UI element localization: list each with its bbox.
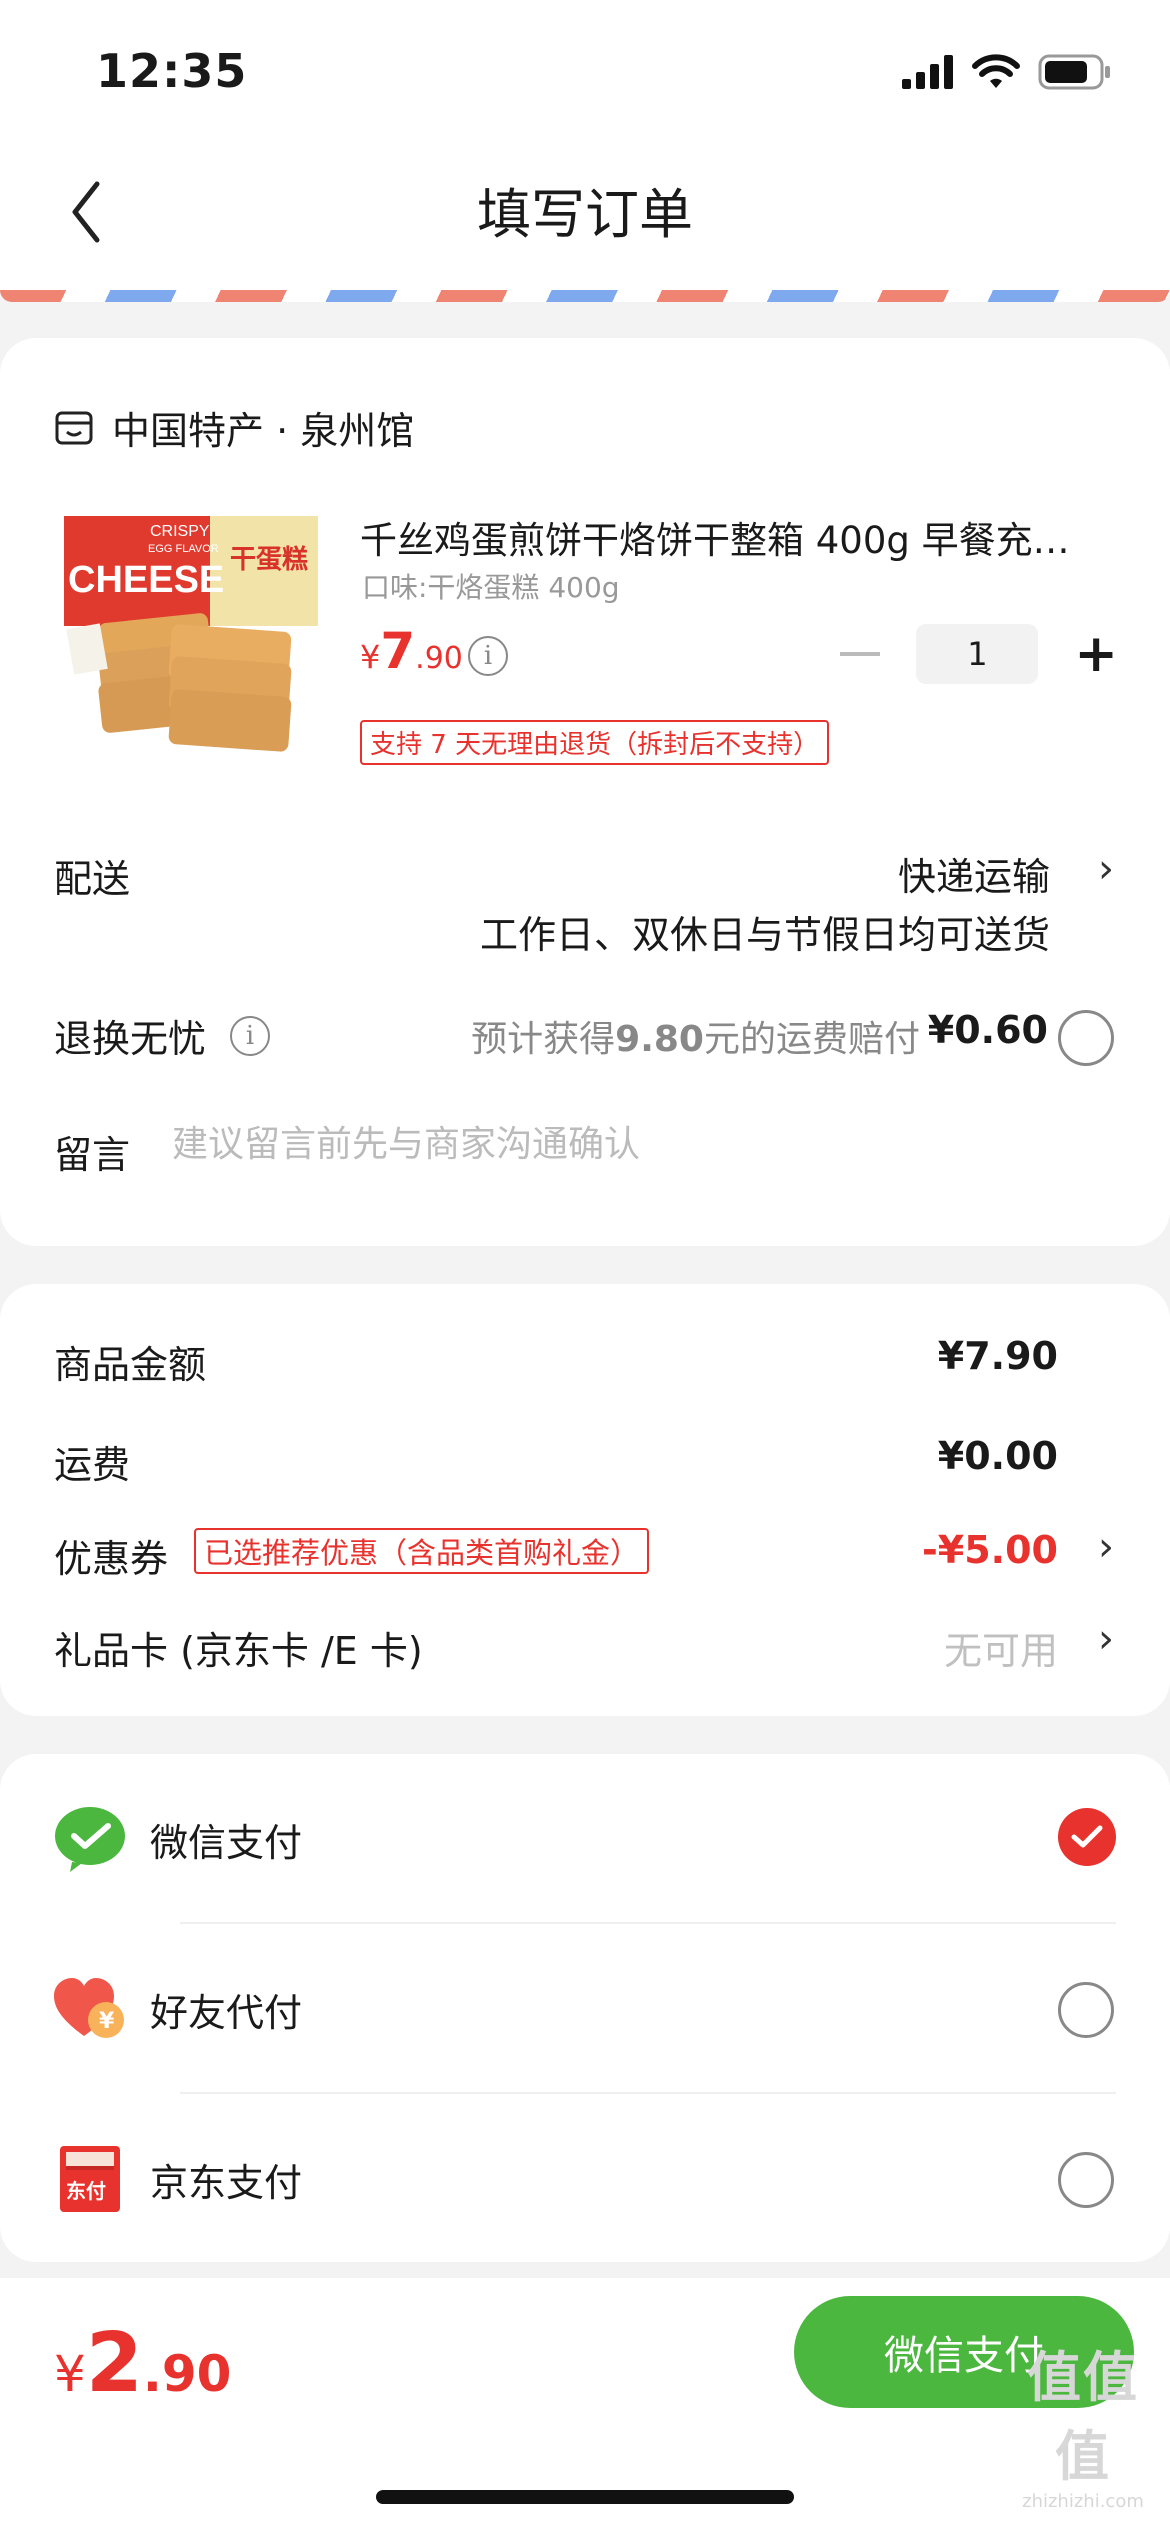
exchange-price: ¥0.60 xyxy=(927,1008,1048,1052)
payment-radio-jd[interactable] xyxy=(1058,2152,1114,2208)
page-title: 填写订单 xyxy=(477,183,693,246)
delivery-value[interactable]: 快递运输 xyxy=(898,846,1050,901)
exchange-compensation-text: 预计获得9.80元的运费赔付 xyxy=(471,1010,920,1062)
payment-label-friend: 好友代付 xyxy=(150,1991,303,2035)
goods-amount-label: 商品金额 xyxy=(54,1343,207,1387)
product-price-dec: .90 xyxy=(415,641,463,676)
giftcard-label: 礼品卡 (京东卡 /E 卡) xyxy=(54,1629,423,1673)
summary-card: 商品金额 ¥7.90 运费 ¥0.00 优惠券 已选推荐优惠（含品类首购礼金） … xyxy=(0,1284,1170,1716)
message-label: 留言 xyxy=(54,1133,131,1177)
product-spec[interactable]: 口味:干烙蛋糕 400g xyxy=(362,566,620,606)
jd-pay-icon-text: 东付 xyxy=(66,2179,106,2203)
payment-radio-friend[interactable] xyxy=(1058,1982,1114,2038)
payment-option-friend[interactable]: ¥ 好友代付 xyxy=(0,1924,1170,2094)
quantity-stepper: 1 + xyxy=(840,624,1118,684)
delivery-chevron-icon[interactable]: › xyxy=(1098,846,1114,892)
coupon-label: 优惠券 xyxy=(54,1537,169,1581)
payment-label-jd: 京东支付 xyxy=(150,2161,303,2205)
quantity-value[interactable]: 1 xyxy=(916,624,1039,684)
wifi-icon xyxy=(972,54,1020,88)
total-currency: ¥ xyxy=(54,2345,86,2403)
status-icons xyxy=(902,52,1112,92)
product-title[interactable]: 千丝鸡蛋煎饼干烙饼干整箱 400g 早餐充… xyxy=(360,510,1120,564)
jd-pay-icon: 东付 xyxy=(60,2146,120,2212)
total-dec: .90 xyxy=(142,2345,232,2403)
delivery-sub: 工作日、双休日与节假日均可送货 xyxy=(479,913,1050,957)
exchange-text-prefix: 预计获得 xyxy=(471,1019,616,1060)
friend-pay-icon-text: ¥ xyxy=(99,2009,115,2034)
signal-icon xyxy=(902,55,953,89)
watermark-logo: 值值值 xyxy=(1027,2346,1139,2488)
battery-icon xyxy=(1038,54,1110,90)
total-int: 2 xyxy=(85,2316,143,2411)
delivery-label: 配送 xyxy=(54,857,131,901)
payment-option-jd[interactable]: 东付 京东支付 xyxy=(0,2094,1170,2264)
shop-name: 中国特产 · 泉州馆 xyxy=(112,409,415,453)
exchange-amount: 9.80 xyxy=(615,1019,704,1060)
product-image-crispy: CRISPY xyxy=(150,523,210,540)
watermark-url: zhizhizhi.com xyxy=(1022,2491,1144,2512)
product-price-currency: ¥ xyxy=(360,638,381,676)
return-policy-badge: 支持 7 天无理由退货（拆封后不支持） xyxy=(360,720,830,765)
goods-amount-value: ¥7.90 xyxy=(937,1334,1058,1378)
shipping-label: 运费 xyxy=(54,1443,131,1487)
exchange-text-suffix: 元的运费赔付 xyxy=(703,1019,920,1060)
status-bar: 12:35 xyxy=(0,0,1170,140)
product-image-egg-flavor: EGG FLAVOR xyxy=(148,543,219,555)
watermark: 值值值 zhizhizhi.com xyxy=(1008,2333,1158,2512)
giftcard-chevron-icon[interactable]: › xyxy=(1098,1616,1114,1662)
friend-pay-heart-icon: ¥ xyxy=(54,1978,124,2038)
coupon-value[interactable]: -¥5.00 xyxy=(922,1528,1058,1572)
total-price: ¥ 2 .90 xyxy=(54,2316,231,2411)
shop-header[interactable]: 中国特产 · 泉州馆 xyxy=(54,400,414,455)
coupon-chevron-icon[interactable]: › xyxy=(1098,1524,1114,1570)
airmail-border xyxy=(0,290,1170,302)
price-info-icon[interactable]: i xyxy=(468,636,508,676)
nav-bar: 填写订单 xyxy=(0,140,1170,290)
wechat-pay-icon xyxy=(55,1807,125,1872)
payment-label-wechat: 微信支付 xyxy=(150,1821,303,1865)
exchange-info-icon[interactable]: i xyxy=(230,1015,271,1056)
shop-icon xyxy=(55,411,93,444)
quantity-minus-button[interactable] xyxy=(840,652,881,656)
quantity-plus-button[interactable]: + xyxy=(1074,628,1118,680)
status-time: 12:35 xyxy=(96,44,248,98)
home-indicator[interactable] xyxy=(376,2490,794,2504)
product-image[interactable]: CRISPY EGG FLAVOR CHEESE 干蛋糕 xyxy=(60,508,328,776)
product-image-badge: 干蛋糕 xyxy=(230,545,308,575)
payment-card: 微信支付 ¥ 好友代付 东付 京东支付 xyxy=(0,1754,1170,2262)
message-input[interactable] xyxy=(172,1124,1072,1165)
shipping-value: ¥0.00 xyxy=(937,1434,1058,1478)
giftcard-value[interactable]: 无可用 xyxy=(944,1620,1058,1675)
order-card: 中国特产 · 泉州馆 CRISPY EGG FLAVOR CHEESE 干蛋糕 … xyxy=(0,338,1170,1246)
product-image-cheese: CHEESE xyxy=(68,559,224,601)
product-price: ¥ 7 .90 xyxy=(360,622,463,680)
product-price-int: 7 xyxy=(380,622,416,680)
exchange-radio[interactable] xyxy=(1058,1010,1114,1066)
exchange-label: 退换无忧 xyxy=(54,1017,207,1061)
coupon-badge: 已选推荐优惠（含品类首购礼金） xyxy=(194,1528,650,1574)
selected-check-icon[interactable] xyxy=(1058,1808,1116,1866)
payment-option-wechat[interactable]: 微信支付 xyxy=(0,1754,1170,1924)
exchange-label-group: 退换无忧 i xyxy=(54,1008,271,1063)
